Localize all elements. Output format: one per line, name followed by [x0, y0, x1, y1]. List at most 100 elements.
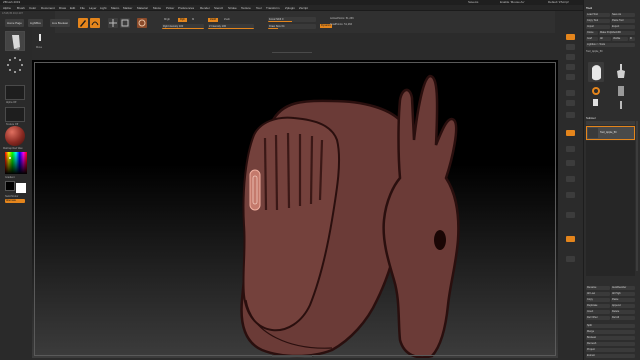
duplicate-button[interactable]: Duplicate [586, 304, 610, 308]
paste-button[interactable]: Paste [611, 298, 635, 302]
solo-button[interactable] [566, 256, 575, 262]
home-page-button[interactable]: Home Page [5, 19, 24, 27]
split-button[interactable]: Split [586, 324, 635, 328]
brush-thumbnail[interactable] [5, 31, 25, 51]
document-canvas[interactable] [32, 60, 558, 358]
save-as-button[interactable]: Save As [611, 13, 635, 17]
tool-thumb-small[interactable] [590, 98, 602, 108]
canvas-bottom-handle[interactable] [272, 355, 312, 357]
menu-item[interactable]: Brush [17, 5, 25, 11]
draw-button[interactable] [90, 18, 100, 28]
color-picker-cursor[interactable] [9, 157, 11, 159]
subtool-header[interactable]: Subtool [586, 116, 596, 120]
lightbox-tools-button[interactable]: Lightbox > Tools [586, 43, 635, 47]
merge-button[interactable]: Merge [586, 330, 635, 334]
floor-button[interactable] [566, 100, 575, 106]
transp-button[interactable] [566, 236, 575, 242]
canvas-top-handle[interactable] [272, 52, 312, 53]
frame-button[interactable] [566, 146, 575, 152]
make-polymesh-button[interactable]: Make PolyMesh3D [599, 31, 635, 35]
tool-palette-title: Tool [586, 6, 593, 10]
lightbox-button[interactable]: LightBox [28, 19, 43, 27]
alternate-button[interactable]: Alternate [5, 199, 25, 203]
tool-thumb-main[interactable] [588, 62, 604, 82]
subtool-item[interactable]: Tool_Apple_50 [586, 126, 635, 140]
project-button[interactable]: Project [586, 348, 635, 352]
persp-button[interactable] [566, 90, 575, 96]
actual-button[interactable] [566, 64, 575, 70]
delete-button[interactable]: Delete [611, 310, 635, 314]
alpha-thumbnail[interactable] [5, 85, 25, 100]
zsub-toggle[interactable]: Zsub [224, 18, 230, 22]
copy-button[interactable]: Copy [586, 298, 610, 302]
tool-thumb-figure-2[interactable] [612, 100, 630, 110]
bpr-button[interactable] [566, 34, 575, 40]
rename-button[interactable]: Rename [586, 286, 610, 290]
color-picker[interactable] [5, 152, 27, 174]
edit-button[interactable] [78, 18, 88, 28]
sculpt-mesh [240, 74, 460, 358]
extract-button[interactable]: Extract [586, 354, 635, 358]
visible-button[interactable]: Visible [612, 37, 628, 41]
texture-thumbnail[interactable] [5, 107, 25, 122]
xyz-button[interactable] [566, 130, 575, 136]
m-toggle[interactable]: M [192, 18, 194, 22]
import-button[interactable]: Import [586, 25, 610, 29]
secondary-color-swatch[interactable] [5, 181, 15, 191]
rgb-intensity-slider[interactable]: Rgb Intensity 100 [162, 24, 204, 29]
move-button[interactable] [108, 18, 118, 28]
r-button[interactable]: R [629, 37, 635, 41]
clone-button[interactable]: Clone [586, 31, 598, 35]
spix-button[interactable] [566, 44, 575, 50]
rotate-icon [138, 19, 146, 27]
del-all-button[interactable]: Del All [611, 316, 635, 320]
move-view-button[interactable] [566, 160, 575, 166]
autoreorder-button[interactable]: AutoReorder [611, 286, 635, 290]
focal-shift-slider[interactable]: Focal Shift 0 [268, 17, 316, 22]
alternate-label: Alternate [6, 199, 17, 202]
goz-button[interactable]: GoZ [586, 37, 598, 41]
remesh-button[interactable]: Remesh [586, 342, 635, 346]
rotate-view-button[interactable] [566, 192, 575, 198]
tool-thumb-simple[interactable] [612, 84, 630, 98]
insert-button[interactable]: Insert [586, 310, 610, 314]
draw-size-slider[interactable]: Draw Size 64 [268, 24, 316, 29]
all-low-button[interactable]: All Low [586, 292, 610, 296]
zadd-toggle[interactable]: Zadd [208, 18, 218, 22]
switch-color-label[interactable]: SwitchColor [5, 195, 18, 198]
scale-button[interactable] [120, 18, 130, 28]
rgb-toggle[interactable]: Rgb [178, 18, 187, 22]
stroke-dots[interactable] [5, 55, 25, 75]
boolean-button[interactable]: Boolean [586, 336, 635, 340]
load-tool-button[interactable]: Load Tool [586, 13, 610, 17]
material-sphere[interactable] [5, 126, 25, 146]
edit-icon [80, 20, 86, 27]
aahalf-button[interactable] [566, 74, 575, 80]
del-other-button[interactable]: Del Other [586, 316, 610, 320]
paste-tool-button[interactable]: Paste Tool [611, 19, 635, 23]
tool-thumb-figure[interactable] [612, 62, 630, 80]
copy-tool-button[interactable]: Copy Tool [586, 19, 610, 23]
z-intensity-slider[interactable]: Z Intensity 100 [208, 24, 254, 29]
rotate-button[interactable] [137, 18, 147, 28]
menu-item[interactable]: Document [41, 5, 55, 11]
rgb-intensity-fill [162, 28, 204, 29]
stroke-thumbnail[interactable] [34, 33, 46, 45]
export-button[interactable]: Export [611, 25, 635, 29]
menu-item[interactable]: Alpha [3, 5, 11, 11]
current-tool-label: Tool_Apple_50 [586, 50, 603, 53]
zoom3d-button[interactable] [566, 176, 575, 182]
mrgb-toggle[interactable]: Mrgb [164, 18, 170, 22]
main-color-swatch[interactable] [16, 183, 26, 193]
subtool-scrollbar[interactable] [636, 121, 638, 271]
zoom-button[interactable] [566, 54, 575, 60]
polyf-button[interactable] [566, 212, 575, 218]
live-boolean-button[interactable]: Live Boolean [50, 19, 71, 27]
figure-icon-2 [620, 101, 622, 109]
all-high-button[interactable]: All High [611, 292, 635, 296]
menu-item[interactable]: Color [29, 5, 36, 11]
tool-thumb-star[interactable] [590, 85, 602, 97]
local-button[interactable] [566, 112, 575, 118]
goz-all-button[interactable]: All [599, 37, 611, 41]
append-button[interactable]: Append [611, 304, 635, 308]
